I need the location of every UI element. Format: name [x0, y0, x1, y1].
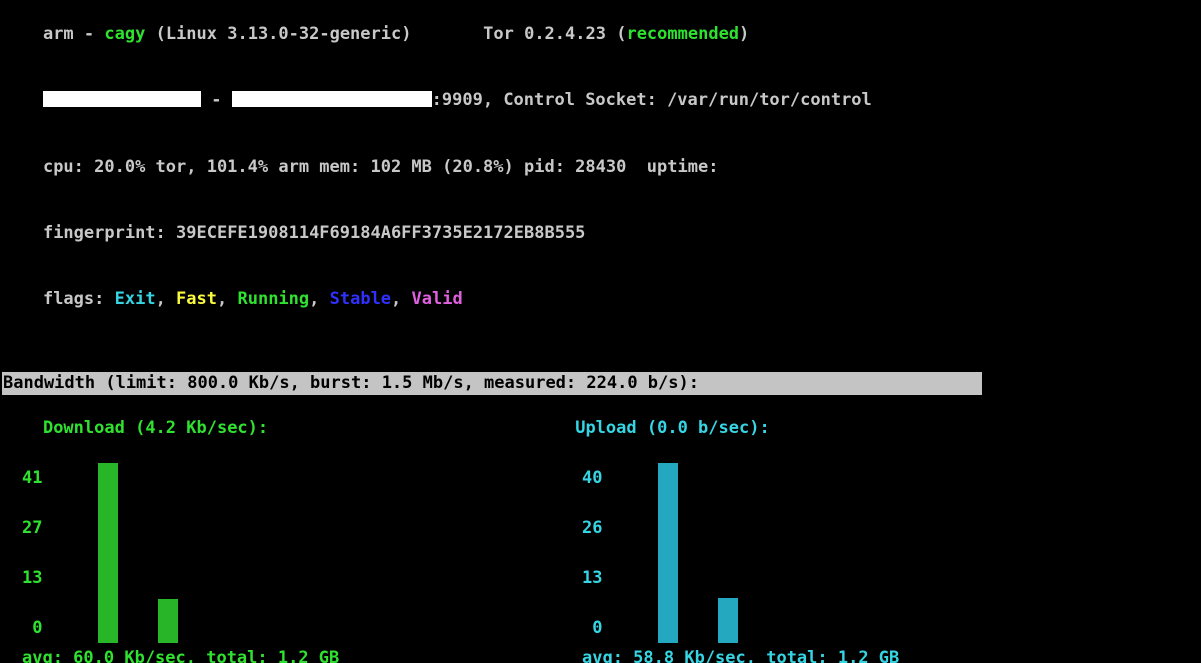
- sep3: ,: [309, 289, 329, 309]
- recommended: recommended: [626, 24, 739, 44]
- dl-bars: [98, 463, 498, 643]
- os-open: (: [145, 24, 165, 44]
- connection-line: - :9909, Control Socket: /var/run/tor/co…: [2, 67, 1199, 133]
- fp-label: fingerprint:: [43, 223, 176, 243]
- dl-label-b: 4.2 Kb/sec: [145, 418, 247, 438]
- dl-ytick-0: 41: [22, 467, 42, 489]
- dl-ytick-3: 0: [22, 617, 42, 639]
- sep1: ,: [156, 289, 176, 309]
- dl-ytick-2: 13: [22, 567, 42, 589]
- dl-ytick-1: 27: [22, 517, 42, 539]
- dl-bar-2: [158, 599, 178, 643]
- ul-ytick-0: 40: [582, 467, 602, 489]
- ul-bar-1: [658, 463, 678, 643]
- label-gap: [268, 418, 575, 438]
- stats-text: cpu: 20.0% tor, 101.4% arm mem: 102 MB (…: [43, 157, 719, 177]
- download-chart: 41 27 13 0 avg: 60.0 Kb/sec, total: 1.2 …: [2, 463, 562, 663]
- bandwidth-charts: 41 27 13 0 avg: 60.0 Kb/sec, total: 1.2 …: [2, 463, 1199, 663]
- stats-line: cpu: 20.0% tor, 101.4% arm mem: 102 MB (…: [2, 134, 1199, 200]
- tor-version: 0.2.4.23: [524, 24, 616, 44]
- bw-labels-line: Download (4.2 Kb/sec): Upload (0.0 b/sec…: [2, 395, 1199, 461]
- sep4: ,: [391, 289, 411, 309]
- header-line: arm - cagy (Linux 3.13.0-32-generic) Tor…: [2, 1, 1199, 67]
- dl-footer: avg: 60.0 Kb/sec, total: 1.2 GB: [22, 647, 339, 663]
- flag-running: Running: [237, 289, 309, 309]
- rec-open: (: [616, 24, 626, 44]
- redaction-2: [232, 91, 432, 107]
- conn-tail: :9909, Control Socket: /var/run/tor/cont…: [432, 90, 872, 110]
- spacer-1: [2, 332, 1199, 372]
- upload-chart: 40 26 13 0 avg: 58.8 Kb/sec, total: 1.2 …: [562, 463, 1122, 663]
- conn-mid: -: [201, 90, 232, 110]
- sep2: ,: [217, 289, 237, 309]
- os-string: Linux 3.13.0-32-generic: [166, 24, 401, 44]
- ul-ytick-1: 26: [582, 517, 602, 539]
- ul-bar-2: [718, 598, 738, 643]
- app-name: arm: [43, 24, 74, 44]
- ul-ytick-3: 0: [582, 617, 602, 639]
- flags-label: flags:: [43, 289, 115, 309]
- fingerprint-line: fingerprint: 39ECEFE1908114F69184A6FF373…: [2, 200, 1199, 266]
- flags-line: flags: Exit, Fast, Running, Stable, Vali…: [2, 266, 1199, 332]
- tor-label: Tor: [483, 24, 524, 44]
- flag-fast: Fast: [176, 289, 217, 309]
- dl-bar-1: [98, 463, 118, 643]
- ul-label-b: 0.0 b/sec: [657, 418, 749, 438]
- rec-close: ): [739, 24, 749, 44]
- terminal-window: arm - cagy (Linux 3.13.0-32-generic) Tor…: [0, 0, 1201, 663]
- flag-exit: Exit: [115, 289, 156, 309]
- ul-footer: avg: 58.8 Kb/sec, total: 1.2 GB: [582, 647, 899, 663]
- dash: -: [74, 24, 105, 44]
- ul-label-a: Upload (: [575, 418, 657, 438]
- redaction-1: [43, 91, 201, 107]
- ul-bars: [658, 463, 1058, 643]
- hostname: cagy: [104, 24, 145, 44]
- ul-label-c: ):: [749, 418, 769, 438]
- bandwidth-header: Bandwidth (limit: 800.0 Kb/s, burst: 1.5…: [2, 372, 982, 394]
- ul-ytick-2: 13: [582, 567, 602, 589]
- dl-label-c: ):: [248, 418, 268, 438]
- os-close: ): [401, 24, 483, 44]
- dl-label-a: Download (: [43, 418, 145, 438]
- flag-valid: Valid: [412, 289, 463, 309]
- fp-value: 39ECEFE1908114F69184A6FF3735E2172EB8B555: [176, 223, 585, 243]
- flag-stable: Stable: [330, 289, 391, 309]
